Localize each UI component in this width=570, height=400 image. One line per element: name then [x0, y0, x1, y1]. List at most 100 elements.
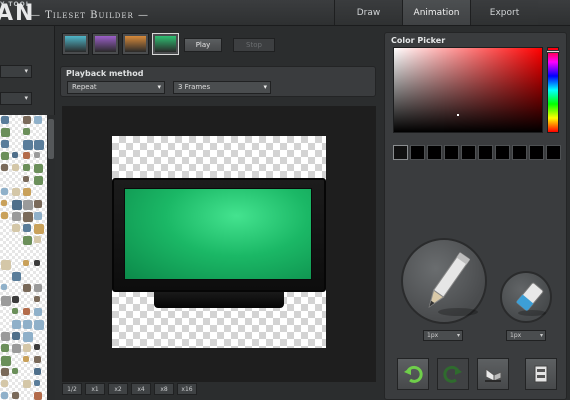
color-cursor[interactable] [457, 114, 459, 116]
palette-swatch[interactable] [478, 145, 493, 160]
play-button[interactable]: Play [184, 38, 222, 52]
tileset-tile[interactable] [12, 200, 22, 210]
tileset-tile[interactable] [12, 272, 21, 281]
tileset-tile[interactable] [34, 224, 44, 234]
eraser-tool-button[interactable] [500, 271, 552, 323]
frame-thumbnail-selected[interactable] [152, 33, 179, 55]
tab-export[interactable]: Export [470, 0, 538, 25]
tileset-tile[interactable] [1, 212, 8, 219]
zoom-x1-button[interactable]: x1 [85, 383, 105, 395]
tileset-tile[interactable] [1, 380, 8, 387]
tileset-tile[interactable] [34, 392, 42, 400]
zoom-half-button[interactable]: 1/2 [62, 383, 82, 395]
tileset-tile[interactable] [12, 320, 21, 329]
preview-canvas[interactable] [62, 106, 376, 382]
tileset-tile[interactable] [34, 308, 42, 316]
tileset-tile[interactable] [23, 332, 33, 342]
fill-button[interactable] [477, 358, 509, 390]
undo-button[interactable] [397, 358, 429, 390]
tileset-tile[interactable] [23, 188, 31, 196]
zoom-x2-button[interactable]: x2 [108, 383, 128, 395]
tileset-tile[interactable] [12, 392, 19, 399]
tileset-tile[interactable] [23, 200, 33, 210]
pencil-tool-button[interactable] [401, 238, 487, 324]
panel-button[interactable] [525, 358, 557, 390]
redo-button[interactable] [437, 358, 469, 390]
tileset-tile[interactable] [34, 200, 42, 208]
scrollbar-thumb[interactable] [48, 119, 54, 159]
tileset-tile[interactable] [34, 320, 44, 330]
tileset-tile[interactable] [1, 392, 8, 399]
tileset-tile[interactable] [1, 128, 10, 137]
tileset-tile[interactable] [12, 344, 21, 353]
tileset-tile[interactable] [23, 380, 31, 388]
tileset-scrollbar[interactable] [47, 115, 55, 400]
tileset-tile[interactable] [23, 224, 31, 232]
tileset-tile[interactable] [12, 152, 18, 158]
tileset-tile[interactable] [12, 224, 20, 232]
tileset-tile[interactable] [34, 116, 42, 124]
palette-swatch[interactable] [444, 145, 459, 160]
tab-animation[interactable]: Animation [402, 0, 470, 25]
tileset-tile[interactable] [1, 164, 8, 171]
tileset-tile[interactable] [23, 164, 30, 171]
tileset-tile[interactable] [34, 356, 41, 363]
tileset-tile[interactable] [1, 200, 7, 206]
tileset-tile[interactable] [23, 236, 32, 245]
tileset-tile[interactable] [1, 332, 10, 341]
tileset-tile[interactable] [34, 296, 40, 302]
tileset-tile[interactable] [1, 344, 9, 352]
tileset-tile[interactable] [1, 152, 9, 160]
hue-slider[interactable] [546, 47, 560, 133]
tileset-tile[interactable] [34, 260, 40, 266]
tileset-tile[interactable] [23, 356, 29, 362]
tileset-tile[interactable] [23, 320, 32, 329]
pencil-size-select[interactable]: 1px ▾ [423, 330, 463, 341]
tileset-tile[interactable] [23, 212, 33, 222]
palette-swatch[interactable] [512, 145, 527, 160]
tileset-tile[interactable] [34, 164, 43, 173]
palette-swatch[interactable] [427, 145, 442, 160]
tileset-tile[interactable] [34, 380, 40, 386]
tileset-tile[interactable] [23, 284, 31, 292]
palette-swatch[interactable] [529, 145, 544, 160]
hue-slider-handle[interactable] [546, 50, 560, 53]
category-dropdown[interactable] [0, 92, 32, 105]
tileset-tile[interactable] [34, 284, 42, 292]
stop-button[interactable]: Stop [233, 38, 275, 52]
eraser-size-select[interactable]: 1px ▾ [506, 330, 546, 341]
tileset-tile[interactable] [34, 176, 43, 185]
tileset-tile[interactable] [34, 344, 40, 350]
frame-thumbnail[interactable] [62, 33, 89, 55]
tileset-tile[interactable] [12, 212, 21, 221]
tileset-dropdown[interactable] [0, 65, 32, 78]
tileset-tile[interactable] [34, 152, 40, 158]
tileset-tile[interactable] [1, 356, 11, 366]
tileset-tile[interactable] [1, 368, 9, 376]
tileset-tile[interactable] [1, 140, 9, 148]
tileset-tile[interactable] [23, 116, 31, 124]
color-saturation-field[interactable] [393, 47, 543, 133]
tileset-tile[interactable] [23, 260, 29, 266]
tileset-tile[interactable] [12, 308, 18, 314]
tileset-tile[interactable] [34, 140, 44, 150]
tileset-tile[interactable] [12, 188, 20, 196]
current-color-swatch[interactable] [393, 145, 408, 160]
frame-thumbnail[interactable] [122, 33, 149, 55]
tileset-tile[interactable] [12, 332, 20, 340]
tileset-tile[interactable] [23, 308, 30, 315]
palette-swatch[interactable] [410, 145, 425, 160]
tileset-tile[interactable] [34, 212, 42, 220]
tileset-tile[interactable] [1, 260, 11, 270]
palette-swatch[interactable] [461, 145, 476, 160]
tileset-tile[interactable] [23, 344, 31, 352]
tileset-tile[interactable] [1, 188, 8, 195]
tileset-tile[interactable] [1, 296, 11, 306]
tileset-tile[interactable] [1, 116, 9, 124]
tileset-tile[interactable] [23, 140, 33, 150]
tileset-tile[interactable] [23, 176, 29, 182]
playback-method-select[interactable]: Repeat ▾ [67, 81, 165, 94]
frame-count-select[interactable]: 3 Frames ▾ [173, 81, 271, 94]
tileset-tile[interactable] [34, 368, 41, 375]
palette-swatch[interactable] [546, 145, 561, 160]
